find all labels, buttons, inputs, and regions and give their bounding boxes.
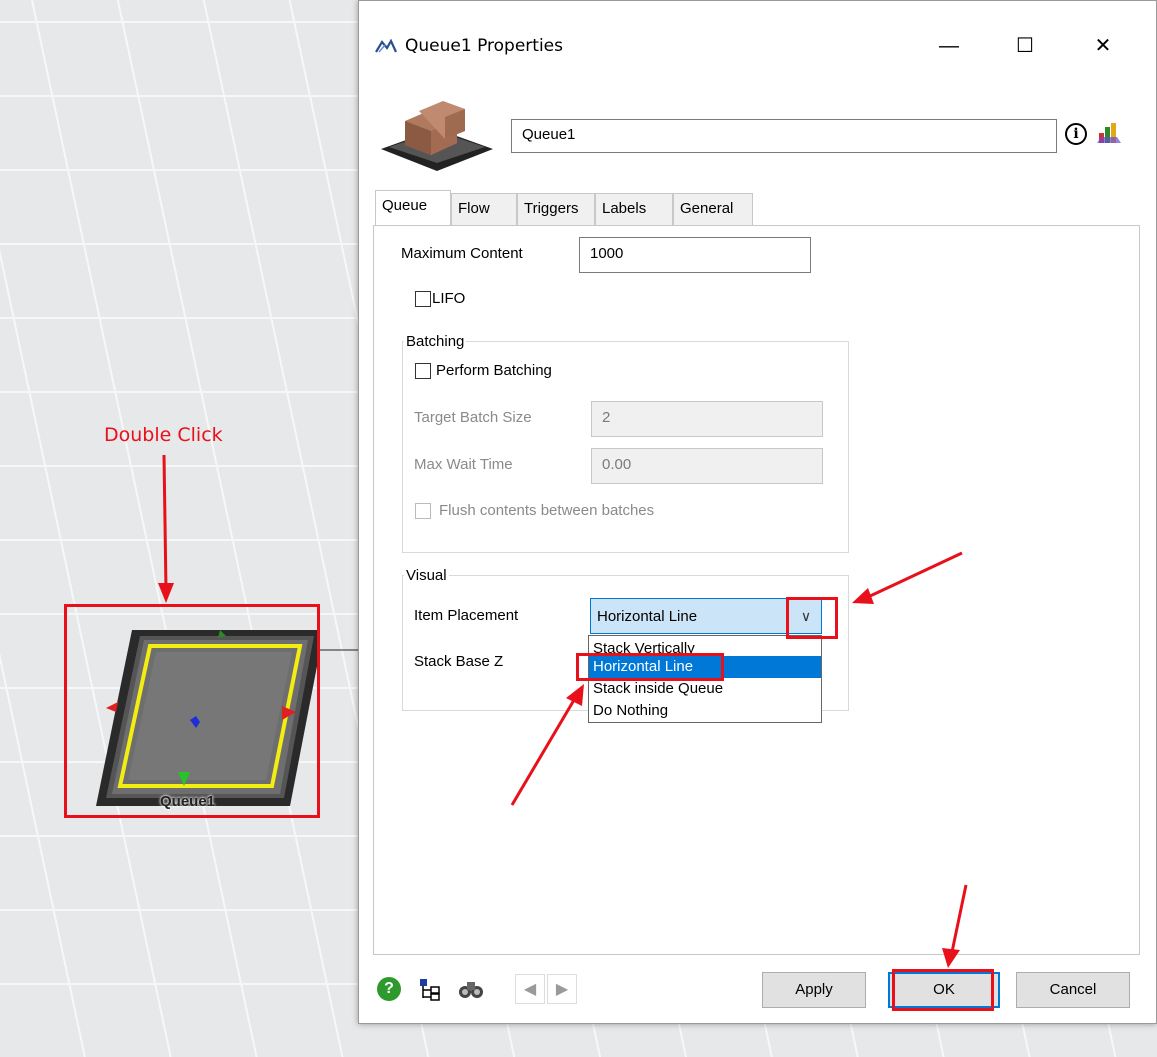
- annotation-arrows: [510, 551, 968, 968]
